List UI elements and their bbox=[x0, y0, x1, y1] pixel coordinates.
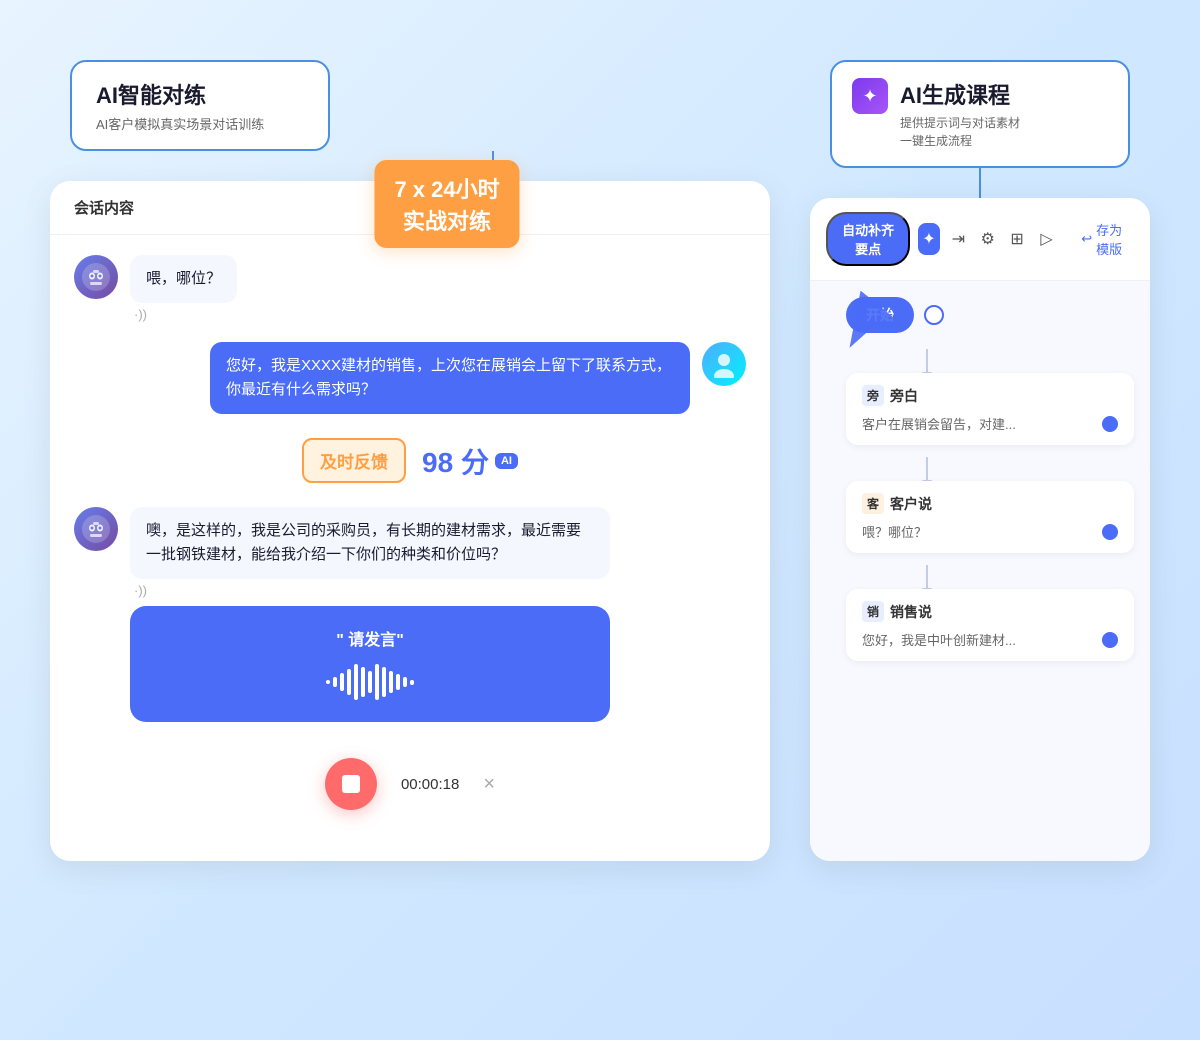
message-bot-1: 喂，哪位？ ·)) bbox=[74, 255, 746, 322]
realtime-line2: 实战对练 bbox=[394, 204, 499, 236]
flow-card-narration: 旁 旁白 客户在展销会留告，对建... bbox=[846, 373, 1134, 445]
flow-panel: 自动补齐要点 ✦ ⇥ ⚙ ⊞ ▷ ↩ 存为模版 bbox=[810, 198, 1150, 861]
card-title-3: 销售说 bbox=[890, 602, 932, 622]
message-bot-2: 噢，是这样的，我是公司的采购员，有长期的建材需求，最近需要一批钢铁建材，能给我介… bbox=[74, 507, 746, 722]
auto-fill-button[interactable]: 自动补齐要点 bbox=[826, 212, 910, 266]
bubble-bot-2: 噢，是这样的，我是公司的采购员，有长期的建材需求，最近需要一批钢铁建材，能给我介… bbox=[130, 507, 610, 579]
ai-title-card: AI智能对练 AI客户模拟真实场景对话训练 bbox=[70, 60, 330, 151]
waveform bbox=[150, 662, 590, 702]
save-label: 存为模版 bbox=[1096, 220, 1126, 258]
card-text-2: 喂？哪位？ bbox=[862, 522, 927, 541]
feedback-badge: 及时反馈 bbox=[302, 438, 406, 483]
card-dot-2 bbox=[1102, 524, 1118, 540]
message-user-1: 您好，我是XXXX建材的销售，上次您在展销会上留下了联系方式，你最近有什么需求吗… bbox=[74, 342, 746, 414]
right-panel: ✦ AI生成课程 提供提示词与对话素材 一键生成流程 自动补齐要点 ✦ ⇥ ⚙ … bbox=[810, 60, 1150, 861]
card-dot-3 bbox=[1102, 632, 1118, 648]
ai-course-card: ✦ AI生成课程 提供提示词与对话素材 一键生成流程 bbox=[830, 60, 1130, 168]
ai-subtitle: AI客户模拟真实场景对话训练 bbox=[96, 114, 304, 133]
chat-body: 喂，哪位？ ·)) 您好，我是XXXX建 bbox=[50, 235, 770, 742]
flow-connector-1 bbox=[926, 349, 928, 373]
sales-icon: 销 bbox=[862, 601, 884, 622]
avatar-bot-1 bbox=[74, 255, 118, 299]
wave-bar bbox=[326, 680, 330, 684]
card-header-1: 旁 旁白 bbox=[862, 385, 1118, 406]
card-content-1: 客户在展销会留告，对建... bbox=[862, 414, 1118, 433]
connector-right bbox=[979, 168, 981, 198]
import-icon[interactable]: ⇥ bbox=[948, 223, 969, 255]
wave-bar bbox=[375, 664, 379, 700]
flow-card-sales: 销 销售说 您好，我是中叶创新建材... bbox=[846, 589, 1134, 661]
flow-connector-3 bbox=[926, 565, 928, 589]
wave-bar bbox=[410, 680, 414, 685]
msg-content-3: 噢，是这样的，我是公司的采购员，有长期的建材需求，最近需要一批钢铁建材，能给我介… bbox=[130, 507, 610, 722]
ai-course-desc2: 一键生成流程 bbox=[900, 132, 1020, 150]
settings-icon[interactable]: ⚙ bbox=[977, 223, 998, 255]
wave-bar bbox=[333, 677, 337, 687]
flow-card-customer: 客 客户说 喂？哪位？ bbox=[846, 481, 1134, 553]
bubble-bot-1: 喂，哪位？ bbox=[130, 255, 237, 303]
msg-content-2: 您好，我是XXXX建材的销售，上次您在展销会上留下了联系方式，你最近有什么需求吗… bbox=[210, 342, 690, 414]
narration-icon: 旁 bbox=[862, 385, 884, 406]
flow-content: 开始 旁 旁白 客户在展销会留告，对建... bbox=[810, 281, 1150, 861]
wave-bar bbox=[389, 671, 393, 693]
card-text-1: 客户在展销会留告，对建... bbox=[862, 414, 1016, 433]
card-content-3: 您好，我是中叶创新建材... bbox=[862, 630, 1118, 649]
wave-bar bbox=[368, 671, 372, 693]
card-content-2: 喂？哪位？ bbox=[862, 522, 1118, 541]
wave-bar bbox=[340, 673, 344, 691]
wave-bar bbox=[403, 677, 407, 687]
avatar-bot-2 bbox=[74, 507, 118, 551]
stop-icon bbox=[342, 775, 360, 793]
flow-connector-2 bbox=[926, 457, 928, 481]
close-button[interactable]: × bbox=[483, 773, 495, 796]
record-button[interactable] bbox=[325, 758, 377, 810]
ai-course-text: AI生成课程 提供提示词与对话素材 一键生成流程 bbox=[900, 78, 1020, 150]
wave-bar bbox=[347, 669, 351, 695]
chat-window: 会话内容 bbox=[50, 181, 770, 861]
realtime-line1: 7 x 24小时 bbox=[394, 172, 499, 204]
customer-icon: 客 bbox=[862, 493, 884, 514]
ai-tag: AI bbox=[495, 453, 518, 469]
score-badge: 98 分 AI bbox=[422, 441, 518, 481]
ai-course-title: AI生成课程 bbox=[900, 78, 1020, 110]
card-text-3: 您好，我是中叶创新建材... bbox=[862, 630, 1016, 649]
timer: 00:00:18 bbox=[401, 776, 459, 793]
card-title-1: 旁白 bbox=[890, 386, 918, 406]
voice-area: " 请发言" bbox=[130, 606, 610, 722]
wave-bar bbox=[361, 667, 365, 697]
card-header-3: 销 销售说 bbox=[862, 601, 1118, 622]
wave-bar bbox=[382, 667, 386, 697]
ai-course-desc1: 提供提示词与对话素材 bbox=[900, 114, 1020, 132]
chat-footer: 00:00:18 × bbox=[50, 742, 770, 830]
score-value: 98 分 bbox=[422, 441, 489, 481]
left-panel: AI智能对练 AI客户模拟真实场景对话训练 7 x 24小时 实战对练 会话内容 bbox=[50, 60, 786, 861]
card-dot-1 bbox=[1102, 416, 1118, 432]
wave-bar bbox=[396, 674, 400, 690]
bubble-user-1: 您好，我是XXXX建材的销售，上次您在展销会上留下了联系方式，你最近有什么需求吗… bbox=[210, 342, 690, 414]
ai-course-icon: ✦ bbox=[852, 78, 888, 114]
start-dot bbox=[924, 305, 944, 325]
save-template-button[interactable]: ↩ 存为模版 bbox=[1073, 216, 1134, 262]
save-icon: ↩ bbox=[1081, 231, 1092, 247]
realtime-badge: 7 x 24小时 实战对练 bbox=[374, 160, 519, 248]
flow-toolbar: 自动补齐要点 ✦ ⇥ ⚙ ⊞ ▷ ↩ 存为模版 bbox=[810, 198, 1150, 281]
card-title-2: 客户说 bbox=[890, 494, 932, 514]
sound-1: ·)) bbox=[130, 307, 237, 322]
ai-title: AI智能对练 bbox=[96, 78, 304, 110]
main-container: AI智能对练 AI客户模拟真实场景对话训练 7 x 24小时 实战对练 会话内容 bbox=[50, 40, 1150, 1000]
play-icon[interactable]: ▷ bbox=[1036, 223, 1057, 255]
card-header-2: 客 客户说 bbox=[862, 493, 1118, 514]
wave-bar bbox=[354, 664, 358, 700]
msg-content-1: 喂，哪位？ ·)) bbox=[130, 255, 237, 322]
layout-icon[interactable]: ⊞ bbox=[1006, 223, 1027, 255]
sound-3: ·)) bbox=[130, 583, 610, 598]
sparkle-icon[interactable]: ✦ bbox=[918, 223, 939, 255]
voice-prompt: " 请发言" bbox=[150, 626, 590, 650]
feedback-row: 及时反馈 98 分 AI bbox=[74, 438, 746, 483]
avatar-user-1 bbox=[702, 342, 746, 386]
